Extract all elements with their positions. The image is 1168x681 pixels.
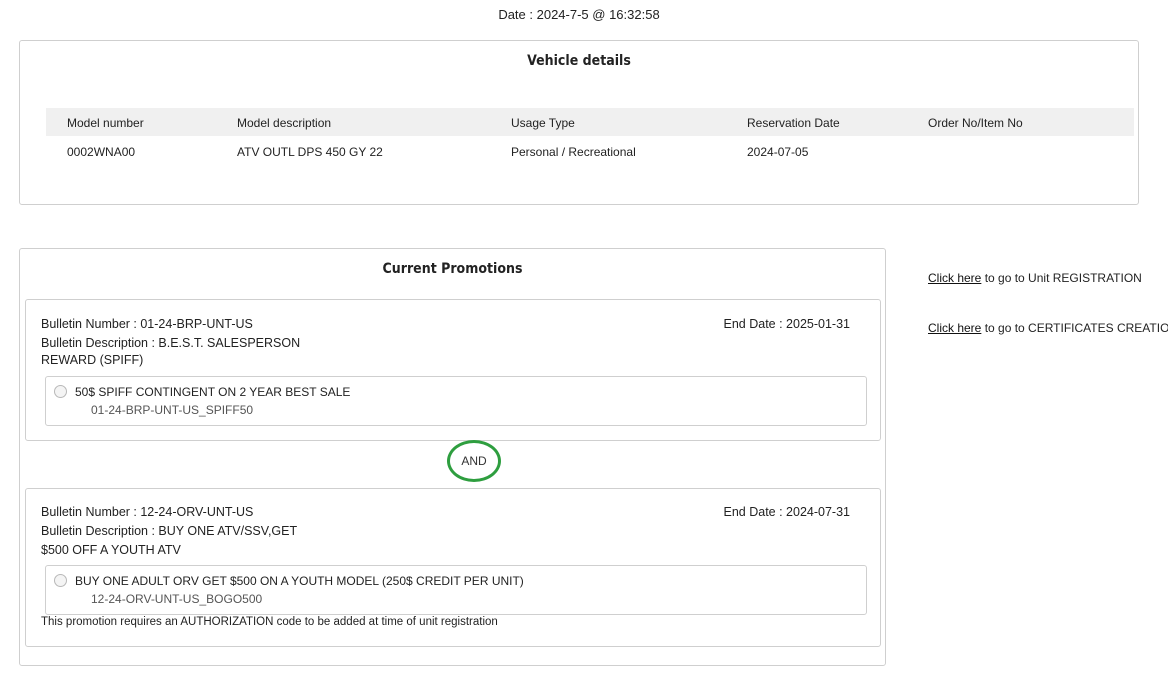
bulletin-description: Bulletin Description : BUY ONE ATV/SSV,G… [41, 524, 298, 538]
cell-usage-type: Personal / Recreational [511, 145, 636, 159]
bulletin-end-date: End Date : 2024-07-31 [723, 505, 850, 519]
unit-registration-link[interactable]: Click here [928, 271, 981, 285]
column-header-reservation-date: Reservation Date [747, 116, 840, 130]
current-promotions-title: Current Promotions [382, 261, 523, 277]
unit-registration-link-text: to go to Unit REGISTRATION [981, 271, 1142, 285]
promotion-option-code: 12-24-ORV-UNT-US_BOGO500 [91, 592, 263, 606]
bulletin-end-date: End Date : 2025-01-31 [723, 317, 850, 331]
vehicle-details-panel: Vehicle details Model number Model descr… [19, 40, 1139, 205]
promotion-option[interactable]: 50$ SPIFF CONTINGENT ON 2 YEAR BEST SALE… [45, 376, 867, 426]
certificates-creation-link[interactable]: Click here [928, 321, 981, 335]
authorization-note: This promotion requires an AUTHORIZATION… [41, 616, 498, 628]
current-promotions-panel: Current Promotions Bulletin Number : 01-… [19, 248, 886, 666]
promotion-option-code: 01-24-BRP-UNT-US_SPIFF50 [91, 403, 254, 417]
report-date: Date : 2024-7-5 @ 16:32:58 [498, 7, 660, 22]
promotion-option[interactable]: BUY ONE ADULT ORV GET $500 ON A YOUTH MO… [45, 565, 867, 615]
column-header-model-number: Model number [67, 116, 144, 130]
promotion-radio-button[interactable] [54, 385, 67, 398]
promotion-option-label: BUY ONE ADULT ORV GET $500 ON A YOUTH MO… [75, 574, 524, 588]
bulletin-card: Bulletin Number : 12-24-ORV-UNT-US Bulle… [25, 488, 881, 647]
vehicle-details-title: Vehicle details [527, 53, 631, 69]
and-badge: AND [447, 440, 501, 482]
bulletin-description-cont: $500 OFF A YOUTH ATV [41, 543, 181, 557]
unit-registration-link-row: Click here to go to Unit REGISTRATION [928, 271, 1142, 285]
cell-model-description: ATV OUTL DPS 450 GY 22 [237, 145, 383, 159]
vehicle-table-row: 0002WNA00 ATV OUTL DPS 450 GY 22 Persona… [46, 138, 1134, 166]
cell-model-number: 0002WNA00 [67, 145, 136, 159]
cell-reservation-date: 2024-07-05 [747, 145, 809, 159]
vehicle-table-header: Model number Model description Usage Typ… [46, 108, 1134, 136]
bulletin-card: Bulletin Number : 01-24-BRP-UNT-US Bulle… [25, 299, 881, 441]
certificates-creation-link-text: to go to CERTIFICATES CREATION [981, 321, 1168, 335]
column-header-order-no: Order No/Item No [928, 116, 1023, 130]
column-header-model-description: Model description [237, 116, 332, 130]
column-header-usage-type: Usage Type [511, 116, 575, 130]
bulletin-number: Bulletin Number : 01-24-BRP-UNT-US [41, 317, 253, 331]
bulletin-description-cont: REWARD (SPIFF) [41, 353, 144, 367]
promotion-option-label: 50$ SPIFF CONTINGENT ON 2 YEAR BEST SALE [75, 385, 351, 399]
bulletin-number: Bulletin Number : 12-24-ORV-UNT-US [41, 505, 254, 519]
certificates-creation-link-row: Click here to go to CERTIFICATES CREATIO… [928, 321, 1168, 335]
promotion-radio-button[interactable] [54, 574, 67, 587]
bulletin-description: Bulletin Description : B.E.S.T. SALESPER… [41, 336, 301, 350]
